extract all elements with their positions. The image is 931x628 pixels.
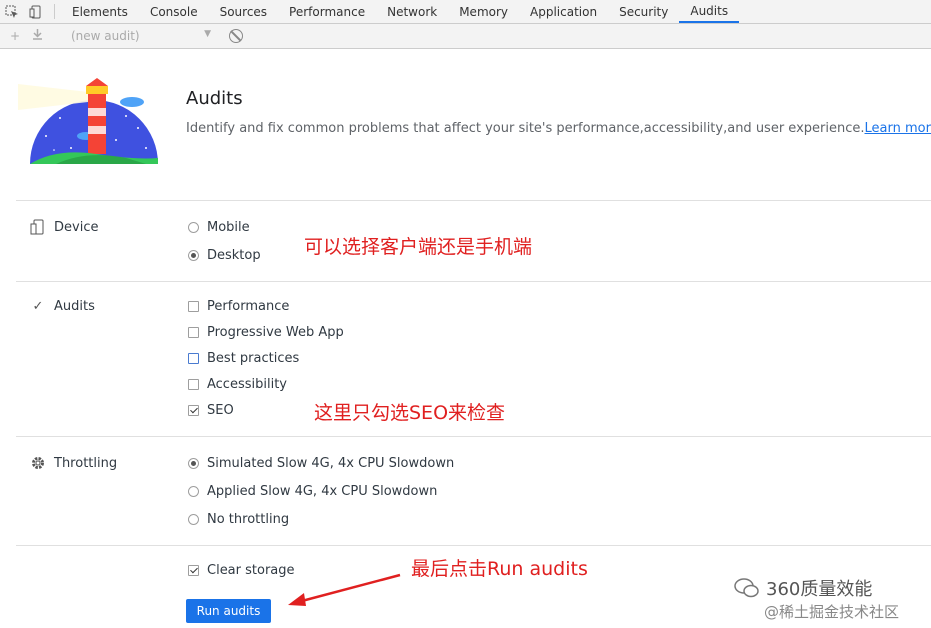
simulated-radio[interactable] xyxy=(188,458,199,469)
tab-application[interactable]: Application xyxy=(519,0,608,23)
audit-option-seo[interactable]: SEO xyxy=(188,403,234,418)
audit-select[interactable]: (new audit) ▼ xyxy=(71,29,211,43)
audits-label: Audits xyxy=(54,299,95,314)
throttling-section-label: Throttling xyxy=(30,455,117,471)
audit-option-performance[interactable]: Performance xyxy=(188,299,289,314)
throttling-option-none[interactable]: No throttling xyxy=(188,512,289,527)
download-icon[interactable] xyxy=(26,29,48,43)
best-practices-label: Best practices xyxy=(207,351,300,366)
lighthouse-logo xyxy=(16,78,162,168)
pwa-checkbox[interactable] xyxy=(188,327,199,338)
tab-performance[interactable]: Performance xyxy=(278,0,376,23)
divider xyxy=(16,545,931,546)
annotation-seo-note: 这里只勾选SEO来检查 xyxy=(314,402,506,424)
mobile-radio[interactable] xyxy=(188,222,199,233)
throttling-option-simulated[interactable]: Simulated Slow 4G, 4x CPU Slowdown xyxy=(188,456,454,471)
throttling-option-applied[interactable]: Applied Slow 4G, 4x CPU Slowdown xyxy=(188,484,437,499)
checkmark-icon: ✓ xyxy=(32,299,44,314)
accessibility-label: Accessibility xyxy=(207,377,287,392)
watermark-brand: 360质量效能 xyxy=(734,575,872,601)
tab-sources[interactable]: Sources xyxy=(209,0,278,23)
annotation-device-note: 可以选择客户端还是手机端 xyxy=(304,236,533,258)
tab-audits[interactable]: Audits xyxy=(679,0,740,23)
clear-icon[interactable] xyxy=(229,29,243,43)
wechat-icon xyxy=(734,578,759,598)
accessibility-checkbox[interactable] xyxy=(188,379,199,390)
annotation-run-note: 最后点击Run audits xyxy=(411,558,588,580)
watermark-community: @稀土掘金技术社区 xyxy=(764,603,900,621)
tab-network[interactable]: Network xyxy=(376,0,448,23)
page-title: Audits xyxy=(186,88,243,109)
annotation-arrow-icon xyxy=(288,573,401,606)
desktop-label: Desktop xyxy=(207,248,261,263)
simulated-label: Simulated Slow 4G, 4x CPU Slowdown xyxy=(207,456,455,471)
tab-security[interactable]: Security xyxy=(608,0,679,23)
device-option-desktop[interactable]: Desktop xyxy=(188,248,261,263)
add-icon[interactable]: + xyxy=(4,29,26,43)
divider xyxy=(16,200,931,201)
divider xyxy=(16,436,931,437)
audit-option-accessibility[interactable]: Accessibility xyxy=(188,377,287,392)
clear-storage-option[interactable]: Clear storage xyxy=(188,563,295,578)
best-practices-checkbox[interactable] xyxy=(188,353,199,364)
devtools-tab-bar: Elements Console Sources Performance Net… xyxy=(0,0,931,24)
seo-checkbox[interactable] xyxy=(188,405,199,416)
learn-more-link[interactable]: Learn more xyxy=(865,121,931,136)
applied-label: Applied Slow 4G, 4x CPU Slowdown xyxy=(207,484,438,499)
audit-option-pwa[interactable]: Progressive Web App xyxy=(188,325,344,340)
inspect-element-icon[interactable] xyxy=(0,0,24,23)
audit-option-best-practices[interactable]: Best practices xyxy=(188,351,299,366)
pwa-label: Progressive Web App xyxy=(207,325,344,340)
applied-radio[interactable] xyxy=(188,486,199,497)
watermark-line1: 360质量效能 xyxy=(766,579,873,600)
device-section-label: Device xyxy=(30,219,98,235)
tab-separator xyxy=(54,4,55,19)
audits-section-label: ✓ Audits xyxy=(30,299,95,314)
no-throttling-label: No throttling xyxy=(207,512,290,527)
performance-label: Performance xyxy=(207,299,290,314)
audit-select-value: (new audit) xyxy=(71,29,140,43)
throttling-label: Throttling xyxy=(54,455,118,471)
device-option-mobile[interactable]: Mobile xyxy=(188,220,250,235)
device-icon xyxy=(30,219,44,235)
tab-elements[interactable]: Elements xyxy=(61,0,139,23)
device-label: Device xyxy=(54,219,99,235)
seo-label: SEO xyxy=(207,403,234,418)
page-description: Identify and fix common problems that af… xyxy=(186,121,931,136)
performance-checkbox[interactable] xyxy=(188,301,199,312)
mobile-label: Mobile xyxy=(207,220,250,235)
no-throttling-radio[interactable] xyxy=(188,514,199,525)
desktop-radio[interactable] xyxy=(188,250,199,261)
dropdown-arrow-icon: ▼ xyxy=(204,29,211,39)
run-audits-button[interactable]: Run audits xyxy=(186,599,271,623)
clear-storage-checkbox[interactable] xyxy=(188,565,199,576)
audits-toolbar: + (new audit) ▼ xyxy=(0,24,931,49)
tab-console[interactable]: Console xyxy=(139,0,209,23)
gear-icon xyxy=(32,457,44,469)
description-text: Identify and fix common problems that af… xyxy=(186,121,865,136)
divider xyxy=(16,281,931,282)
clear-storage-label: Clear storage xyxy=(207,563,295,578)
device-toolbar-icon[interactable] xyxy=(24,0,48,23)
tab-memory[interactable]: Memory xyxy=(448,0,519,23)
